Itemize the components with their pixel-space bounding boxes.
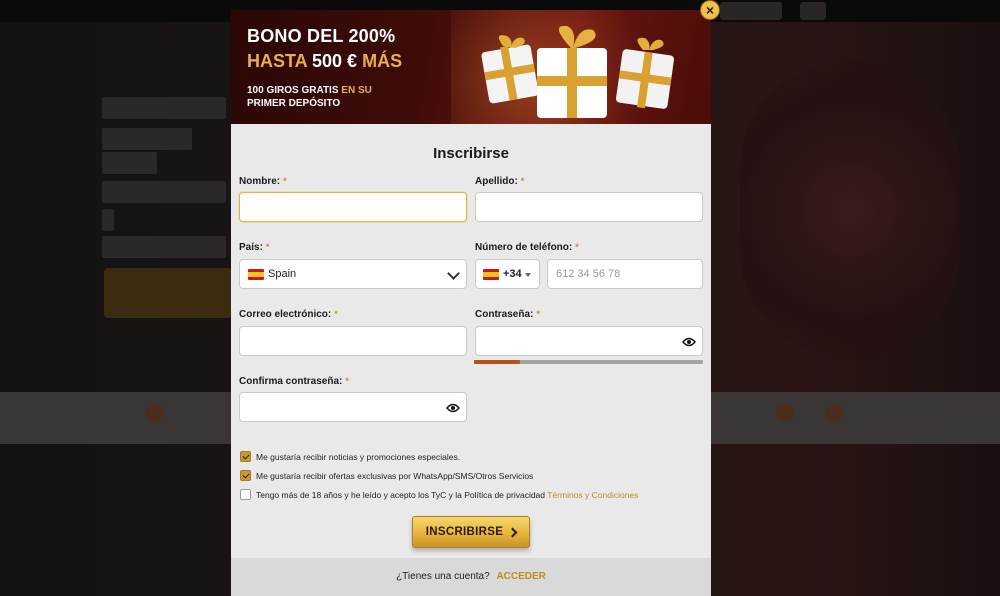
banner-sub-ensu: EN SU (341, 85, 372, 96)
banner-title-mas: MÁS (362, 51, 403, 71)
chevron-right-icon (507, 527, 518, 538)
pais-select[interactable]: Spain (239, 259, 467, 289)
confirma-label-text: Confirma contraseña: (239, 376, 343, 387)
background-strip-icon (826, 404, 844, 422)
checkbox-whatsapp-label: Me gustaría recibir ofertas exclusivas p… (256, 471, 534, 481)
background-button (720, 2, 782, 20)
background-hero-line (102, 152, 157, 174)
required-mark: * (536, 309, 540, 319)
checkbox-promociones[interactable] (240, 451, 251, 462)
phone-country-select[interactable]: +34 (475, 259, 540, 289)
telefono-label: Número de teléfono: * (475, 242, 579, 253)
apellido-input[interactable] (475, 192, 703, 222)
nombre-input[interactable] (239, 192, 467, 222)
terminos-text: Tengo más de 18 años y he leído y acepto… (256, 490, 546, 500)
checkbox-whatsapp[interactable] (240, 470, 251, 481)
banner-title-line2: HASTA 500 € MÁS (247, 51, 402, 72)
nombre-label-text: Nombre: (239, 176, 281, 187)
background-hero-line (102, 128, 192, 150)
required-mark: * (265, 242, 270, 252)
correo-label: Correo electrónico: * (239, 309, 338, 320)
caret-down-icon (525, 273, 531, 277)
banner-title-amount: 500 € (312, 51, 358, 71)
background-hero-line (102, 181, 226, 203)
banner-title-line1: BONO DEL 200% (247, 26, 396, 46)
pais-label: País: * (239, 242, 269, 253)
banner-title-hasta: HASTA (247, 51, 307, 71)
banner-subtitle: 100 GIROS GRATIS EN SU PRIMER DEPÓSITO (247, 84, 387, 110)
correo-label-text: Correo electrónico: (239, 309, 332, 320)
background-strip-icon (776, 404, 794, 422)
background-hero-line (102, 97, 226, 119)
background-character (740, 60, 960, 360)
spain-flag-icon (248, 269, 264, 280)
password-strength-bar (474, 360, 703, 364)
confirma-label: Confirma contraseña: * (239, 376, 349, 387)
inscribirse-button-label: INSCRIBIRSE (425, 526, 504, 538)
signup-modal: BONO DEL 200% HASTA 500 € MÁS 100 GIROS … (231, 10, 711, 596)
required-mark: * (334, 309, 338, 319)
background-strip-icon (146, 404, 164, 422)
phone-country-code: +34 (503, 268, 522, 280)
background-hero-line (102, 209, 114, 231)
checkbox-terminos-label: Tengo más de 18 años y he leído y acepto… (256, 490, 638, 500)
required-mark: * (283, 176, 287, 186)
phone-placeholder: 612 34 56 78 (556, 268, 621, 280)
bonus-banner: BONO DEL 200% HASTA 500 € MÁS 100 GIROS … (231, 10, 711, 124)
checkbox-terminos[interactable] (240, 489, 251, 500)
inscribirse-button[interactable]: INSCRIBIRSE (412, 516, 530, 548)
apellido-label: Apellido: * (475, 176, 524, 187)
pais-value: Spain (268, 268, 297, 280)
pais-label-text: País: (239, 242, 263, 253)
terminos-link[interactable]: Términos y Condiciones (547, 490, 638, 500)
acceder-link[interactable]: ACCEDER (496, 571, 545, 582)
correo-input[interactable] (239, 326, 467, 356)
spain-flag-icon (483, 269, 499, 280)
background-hero-cta (104, 268, 232, 318)
close-icon[interactable]: × (700, 0, 720, 20)
background-hero-line (102, 236, 226, 258)
phone-input[interactable]: 612 34 56 78 (547, 259, 703, 289)
contrasena-label-text: Contraseña: (475, 309, 534, 320)
footer-text: ¿Tienes una cuenta? ACCEDER (231, 571, 711, 582)
contrasena-input[interactable] (475, 326, 703, 356)
gift-icon (481, 25, 674, 118)
footer-question: ¿Tienes una cuenta? (396, 571, 490, 582)
contrasena-label: Contraseña: * (475, 309, 540, 320)
required-mark: * (345, 376, 349, 386)
required-mark: * (575, 242, 579, 252)
telefono-label-text: Número de teléfono: (475, 242, 573, 253)
form-title: Inscribirse (433, 145, 509, 162)
confirma-input[interactable] (239, 392, 467, 422)
chevron-down-icon (447, 267, 460, 280)
eye-icon[interactable] (682, 337, 696, 347)
password-strength-fill (474, 360, 520, 364)
background-flag (800, 2, 826, 20)
checkbox-promociones-label: Me gustaría recibir noticias y promocion… (256, 452, 461, 462)
required-mark: * (520, 176, 525, 186)
eye-icon[interactable] (446, 403, 460, 413)
apellido-label-text: Apellido: (475, 176, 518, 187)
banner-sub-giros: 100 GIROS GRATIS (247, 85, 339, 96)
banner-sub-deposito: PRIMER DEPÓSITO (247, 98, 341, 109)
nombre-label: Nombre: * (239, 176, 287, 187)
modal-footer: ¿Tienes una cuenta? ACCEDER (231, 558, 711, 596)
